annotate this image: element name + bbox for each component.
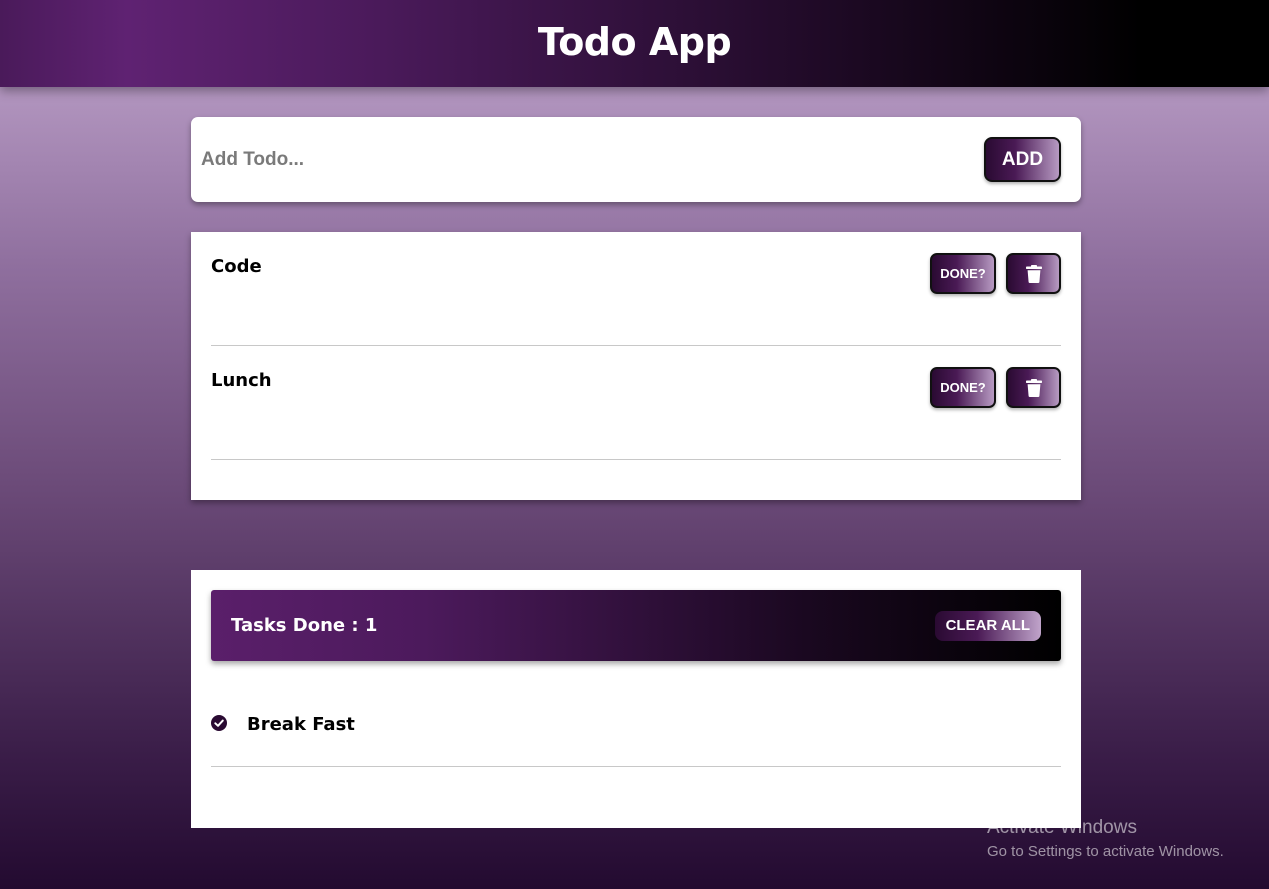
app-title: Todo App: [537, 20, 732, 64]
add-todo-input[interactable]: [201, 148, 984, 171]
watermark-title: Activate Windows: [987, 817, 1137, 838]
todo-actions: DONE?: [930, 367, 1061, 408]
done-item: Break Fast: [211, 661, 1061, 767]
watermark-subtitle: Go to Settings to activate Windows.: [987, 843, 1224, 860]
done-item-label: Break Fast: [247, 714, 355, 735]
app-header: Todo App: [0, 0, 1269, 87]
todo-item: Lunch DONE?: [211, 346, 1061, 460]
trash-icon: [1025, 264, 1042, 283]
done-header: Tasks Done : 1 CLEAR ALL: [211, 590, 1061, 661]
todo-label: Code: [211, 256, 262, 277]
delete-button[interactable]: [1006, 253, 1061, 294]
todo-item: Code DONE?: [211, 232, 1061, 346]
tasks-done-count: Tasks Done : 1: [231, 615, 378, 636]
add-todo-card: ADD: [191, 117, 1081, 202]
check-circle-icon: [211, 715, 227, 731]
done-button[interactable]: DONE?: [930, 253, 996, 294]
done-button[interactable]: DONE?: [930, 367, 996, 408]
todo-label: Lunch: [211, 370, 272, 391]
todo-actions: DONE?: [930, 253, 1061, 294]
add-button[interactable]: ADD: [984, 137, 1061, 182]
todo-list: Code DONE? Lunch DONE?: [191, 232, 1081, 500]
windows-activation-watermark: Activate Windows Go to Settings to activ…: [987, 817, 1224, 860]
trash-icon: [1025, 378, 1042, 397]
clear-all-button[interactable]: CLEAR ALL: [934, 610, 1041, 641]
delete-button[interactable]: [1006, 367, 1061, 408]
done-list: Tasks Done : 1 CLEAR ALL Break Fast: [191, 570, 1081, 828]
